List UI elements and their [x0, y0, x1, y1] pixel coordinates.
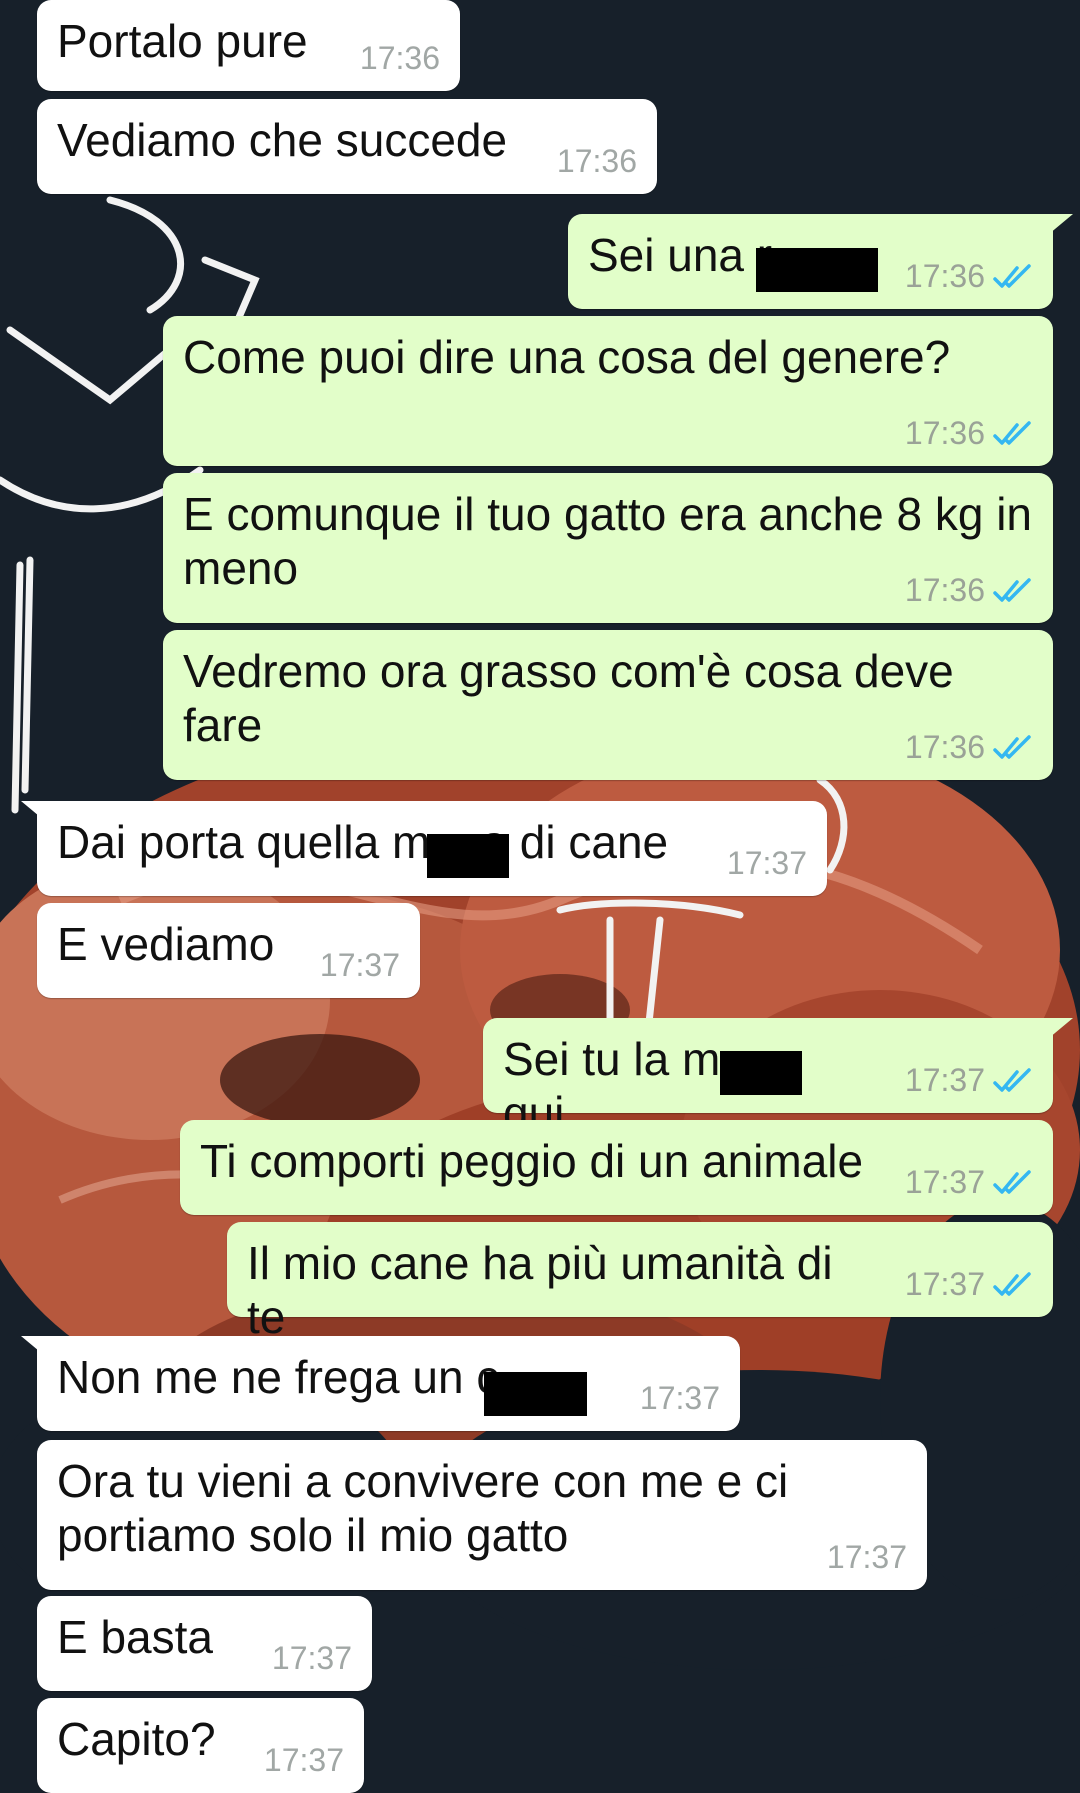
message-bubble[interactable]: Non me ne frega un c 17:37: [21, 1336, 740, 1431]
outgoing-message[interactable]: Sei una r 17:36: [568, 214, 1073, 309]
double-check-icon: [993, 734, 1031, 759]
outgoing-message[interactable]: Ti comporti peggio di un animale 17:37: [180, 1120, 1053, 1215]
message-time: 17:36: [904, 415, 985, 451]
outgoing-message[interactable]: Vedremo ora grasso com'è cosa deve fare 1…: [163, 630, 1053, 780]
outgoing-message[interactable]: Sei tu la m qui 17:37: [483, 1018, 1073, 1139]
message-bubble[interactable]: Ora tu vieni a convivere con me e ci por…: [37, 1440, 927, 1590]
message-bubble[interactable]: Vediamo che succede 17:36: [37, 99, 657, 194]
message-bubble[interactable]: Dai porta quella m a di cane 17:37: [21, 801, 827, 896]
double-check-icon: [993, 577, 1031, 602]
message-bubble[interactable]: Vedremo ora grasso com'è cosa deve fare 1…: [163, 630, 1053, 780]
message-time: 17:37: [271, 1640, 352, 1676]
message-bubble[interactable]: E comunque il tuo gatto era anche 8 kg i…: [163, 473, 1053, 623]
message-time: 17:36: [556, 143, 637, 179]
incoming-message[interactable]: Ora tu vieni a convivere con me e ci por…: [37, 1440, 927, 1590]
incoming-message[interactable]: E basta 17:37: [37, 1596, 372, 1691]
outgoing-message[interactable]: E comunque il tuo gatto era anche 8 kg i…: [163, 473, 1053, 623]
incoming-message[interactable]: Dai porta quella m a di cane 17:37: [21, 801, 827, 896]
incoming-message[interactable]: Portalo pure 17:36: [37, 0, 460, 91]
message-time: 17:37: [904, 1164, 985, 1200]
message-time: 17:36: [904, 729, 985, 765]
double-check-icon: [993, 1271, 1031, 1296]
message-meta: 17:36: [905, 729, 1033, 766]
message-text: Non me ne frega un c: [57, 1351, 500, 1403]
incoming-message[interactable]: Vediamo che succede 17:36: [37, 99, 657, 194]
double-check-icon: [993, 263, 1031, 288]
message-meta: 17:37: [905, 1266, 1033, 1303]
message-time: 17:36: [904, 258, 985, 294]
redaction-bar: [427, 834, 509, 878]
message-text: Ora tu vieni a convivere con me e ci por…: [57, 1455, 801, 1561]
message-meta: 17:36: [360, 40, 440, 77]
message-meta: 17:37: [905, 1164, 1033, 1201]
message-meta: 17:36: [905, 258, 1033, 295]
message-time: 17:37: [639, 1380, 720, 1416]
message-meta: 17:36: [905, 415, 1033, 452]
bubble-tail: [1049, 1018, 1073, 1038]
outgoing-message[interactable]: Il mio cane ha più umanità di te 17:37: [227, 1222, 1053, 1343]
redaction-bar: [756, 248, 878, 292]
message-meta: 17:37: [320, 947, 400, 984]
message-time: 17:37: [263, 1742, 344, 1778]
outgoing-message[interactable]: Come puoi dire una cosa del genere? 17:36: [163, 316, 1053, 466]
message-bubble[interactable]: Sei tu la m qui 17:37: [483, 1018, 1073, 1139]
message-meta: 17:37: [827, 1539, 907, 1576]
message-bubble[interactable]: Come puoi dire una cosa del genere? 17:36: [163, 316, 1053, 466]
message-time: 17:36: [904, 572, 985, 608]
message-text: Vediamo che succede: [57, 114, 508, 166]
redaction-bar: [484, 1372, 587, 1416]
message-meta: 17:37: [640, 1380, 720, 1417]
message-time: 17:37: [319, 947, 400, 983]
message-bubble[interactable]: Il mio cane ha più umanità di te 17:37: [227, 1222, 1053, 1343]
message-meta: 17:37: [264, 1742, 344, 1779]
bubble-tail: [21, 1336, 45, 1356]
message-bubble[interactable]: Sei una r 17:36: [568, 214, 1073, 309]
double-check-icon: [993, 1169, 1031, 1194]
message-text: Come puoi dire una cosa del genere?: [183, 331, 951, 383]
message-bubble[interactable]: E vediamo 17:37: [37, 903, 420, 998]
incoming-message[interactable]: Capito? 17:37: [37, 1698, 364, 1793]
message-bubble[interactable]: Capito? 17:37: [37, 1698, 364, 1793]
message-meta: 17:37: [905, 1062, 1033, 1099]
incoming-message[interactable]: Non me ne frega un c 17:37: [21, 1336, 740, 1431]
incoming-message[interactable]: E vediamo 17:37: [37, 903, 420, 998]
double-check-icon: [993, 420, 1031, 445]
message-meta: 17:36: [905, 572, 1033, 609]
chat-thread: Portalo pure 17:36 Vediamo che succede 17:3…: [0, 0, 1080, 1793]
message-time: 17:37: [904, 1266, 985, 1302]
message-meta: 17:37: [272, 1640, 352, 1677]
message-bubble[interactable]: Ti comporti peggio di un animale 17:37: [180, 1120, 1053, 1215]
double-check-icon: [993, 1067, 1031, 1092]
message-time: 17:37: [826, 1539, 907, 1575]
message-bubble[interactable]: Portalo pure 17:36: [37, 0, 460, 91]
message-meta: 17:36: [557, 143, 637, 180]
redaction-bar: [720, 1051, 802, 1095]
bubble-tail: [21, 801, 45, 821]
message-time: 17:37: [726, 845, 807, 881]
bubble-tail: [1049, 214, 1073, 234]
message-time: 17:36: [359, 40, 440, 76]
message-meta: 17:37: [727, 845, 807, 882]
message-bubble[interactable]: E basta 17:37: [37, 1596, 372, 1691]
message-time: 17:37: [904, 1062, 985, 1098]
